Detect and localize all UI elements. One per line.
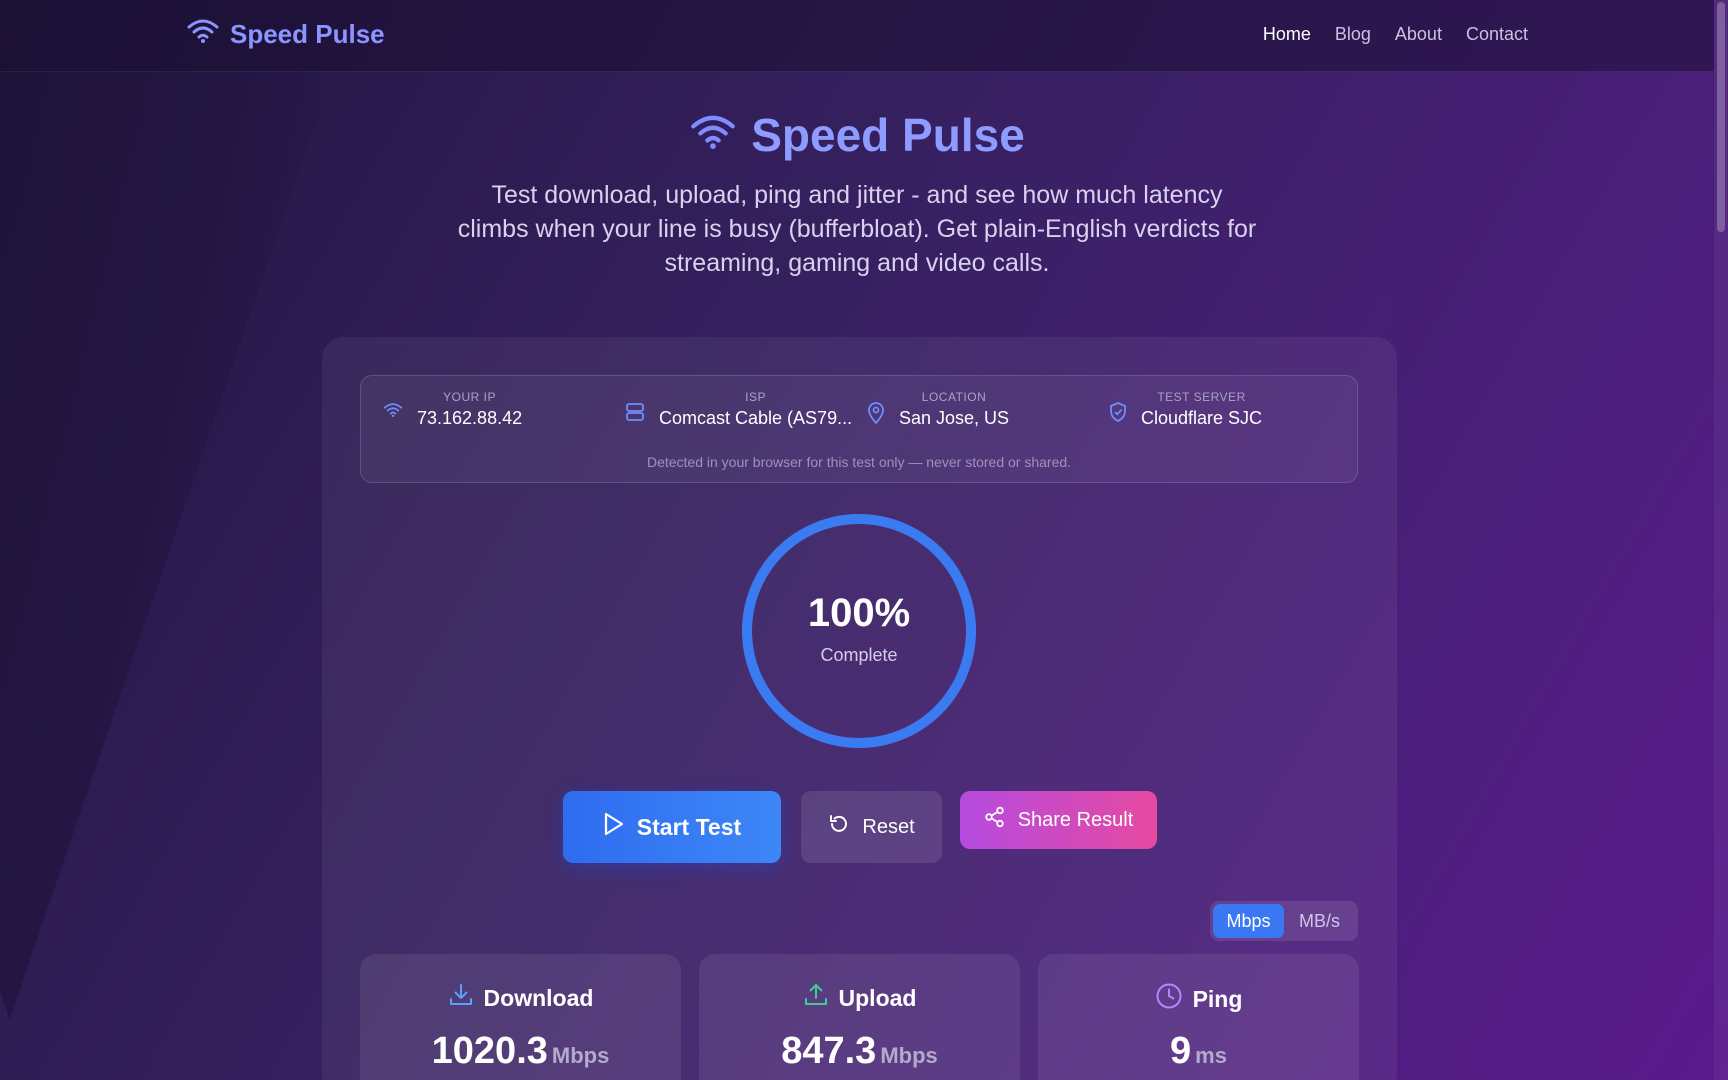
privacy-note: Detected in your browser for this test o… (646, 454, 1072, 470)
info-ip: YOUR IP 73.162.88.42 (383, 390, 522, 429)
start-test-label: Start Test (636, 813, 742, 840)
scrollbar-thumb[interactable] (1717, 2, 1725, 232)
info-location-value: San Jose, US (899, 408, 1010, 428)
metric-upload-reading: 847.3 Mbps (699, 1030, 1020, 1073)
server-icon (625, 402, 645, 427)
nav-home[interactable]: Home (1263, 24, 1311, 45)
info-ip-value: 73.162.88.42 (417, 408, 523, 428)
hero-title: Speed Pulse (0, 108, 1714, 162)
metric-download-reading: 1020.3 Mbps (360, 1030, 681, 1073)
reset-button[interactable]: Reset (801, 791, 942, 863)
gauge-label: Complete (820, 645, 898, 665)
metric-ping-unit: ms (1195, 1043, 1227, 1068)
metric-download-value: 1020.3 (431, 1030, 548, 1072)
metric-ping: Ping 9 ms (1038, 954, 1359, 1080)
info-ip-label: YOUR IP (443, 390, 496, 404)
metric-ping-label: Ping (1192, 985, 1243, 1012)
metric-download-unit: Mbps (551, 1043, 610, 1068)
background-decoration (0, 70, 320, 1020)
map-pin-icon (867, 402, 885, 429)
brand-name: Speed Pulse (230, 19, 385, 49)
info-server: TEST SERVER Cloudflare SJC (1109, 390, 1262, 429)
connection-info-panel: YOUR IP 73.162.88.42 ISP Comcast Cable (… (360, 375, 1358, 483)
brand-logo[interactable]: Speed Pulse (186, 18, 385, 51)
unit-toggle: Mbps MB/s (1210, 901, 1358, 941)
share-result-label: Share Result (1017, 808, 1134, 831)
share-icon (984, 806, 1006, 834)
unit-option-mbps[interactable]: Mbps (1213, 904, 1284, 938)
nav-blog[interactable]: Blog (1335, 24, 1371, 45)
speed-test-card: YOUR IP 73.162.88.42 ISP Comcast Cable (… (322, 337, 1397, 1080)
wifi-icon (689, 108, 737, 162)
info-isp-value: Comcast Cable (AS79... (659, 408, 853, 428)
upload-icon (803, 982, 829, 1014)
unit-option-mbs[interactable]: MB/s (1284, 904, 1355, 938)
info-location: LOCATION San Jose, US (867, 390, 1009, 429)
progress-gauge: 100% Complete (737, 509, 981, 753)
metric-ping-reading: 9 ms (1038, 1030, 1359, 1073)
info-server-label: TEST SERVER (1157, 390, 1246, 404)
metric-download-label: Download (483, 984, 594, 1011)
start-test-button[interactable]: Start Test (563, 791, 781, 863)
info-location-label: LOCATION (921, 390, 987, 404)
gauge-percent: 100% (807, 591, 911, 635)
download-icon (448, 982, 474, 1014)
metric-upload-unit: Mbps (880, 1043, 938, 1068)
metric-upload-value: 847.3 (781, 1030, 877, 1072)
info-server-value: Cloudflare SJC (1141, 408, 1263, 428)
metric-upload-label: Upload (838, 984, 917, 1011)
reset-label: Reset (862, 815, 915, 838)
main-nav: Home Blog About Contact (1263, 24, 1528, 45)
top-navigation-bar: Speed Pulse Home Blog About Contact (0, 0, 1714, 72)
nav-about[interactable]: About (1395, 24, 1442, 45)
info-isp-label: ISP (745, 390, 766, 404)
clock-icon (1155, 982, 1183, 1016)
nav-contact[interactable]: Contact (1466, 24, 1528, 45)
hero-subtitle: Test download, upload, ping and jitter -… (457, 181, 1257, 277)
reset-icon (828, 813, 850, 841)
wifi-icon (186, 18, 220, 51)
metric-ping-value: 9 (1170, 1030, 1192, 1072)
share-result-button[interactable]: Share Result (960, 791, 1157, 849)
hero-title-text: Speed Pulse (751, 109, 1025, 161)
metric-download: Download 1020.3 Mbps (360, 954, 681, 1080)
info-isp: ISP Comcast Cable (AS79... (625, 390, 852, 429)
shield-icon (1109, 402, 1127, 427)
wifi-icon (383, 402, 403, 423)
metric-download-header: Download (360, 982, 681, 1014)
page-scrollbar[interactable] (1714, 0, 1728, 1080)
play-icon (603, 812, 625, 842)
metric-ping-header: Ping (1038, 982, 1359, 1016)
metric-upload: Upload 847.3 Mbps (699, 954, 1020, 1080)
metric-upload-header: Upload (699, 982, 1020, 1014)
